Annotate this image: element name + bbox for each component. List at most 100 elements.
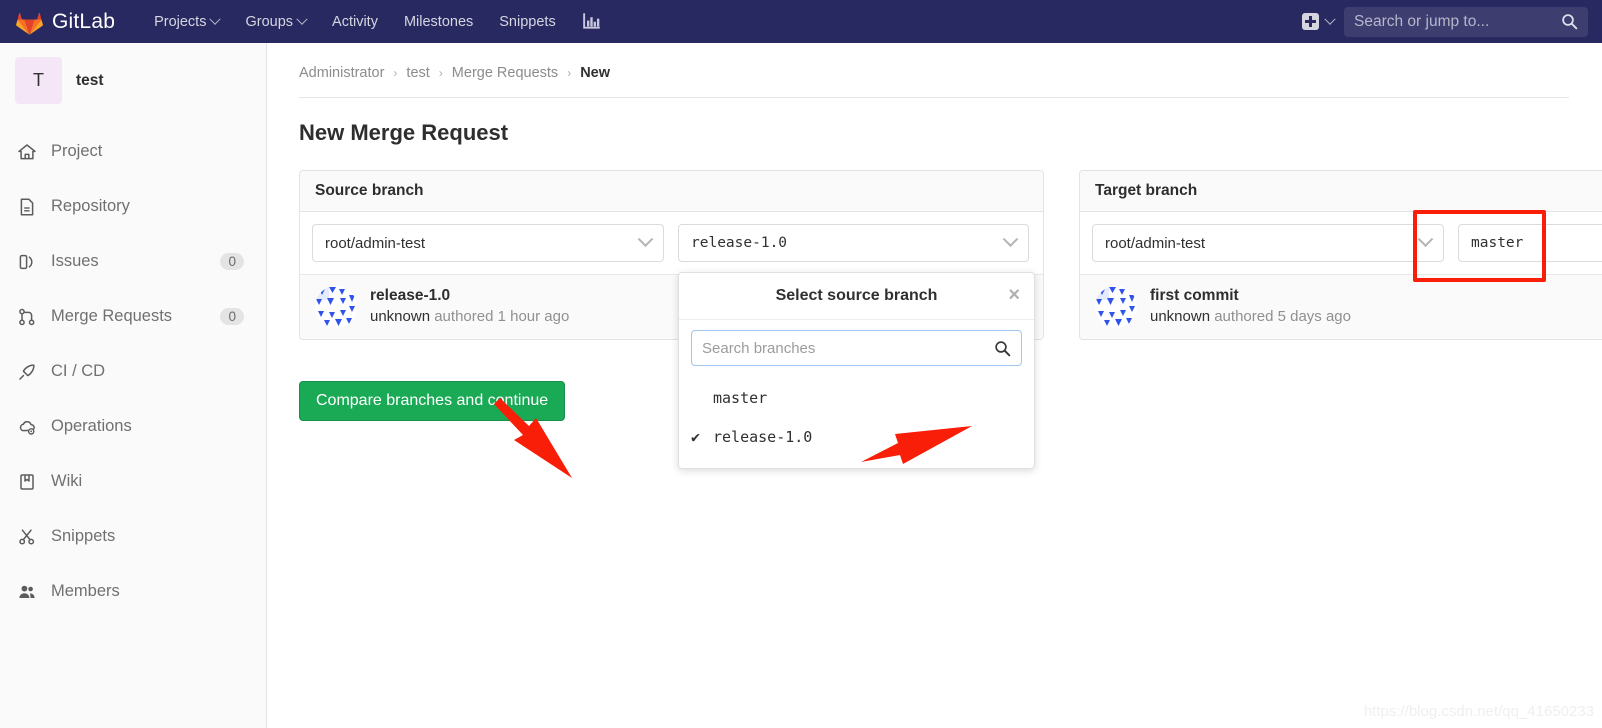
target-project-select[interactable]: root/admin-test [1092,224,1444,262]
check-icon: ✔ [691,427,701,446]
search-icon [995,340,1011,356]
target-commit-author: unknown [1150,308,1211,326]
breadcrumb-item-merge-requests[interactable]: Merge Requests [452,65,558,81]
breadcrumb-separator: › [567,66,572,80]
breadcrumb-separator: › [438,66,443,80]
analytics-chart-icon-glyph [582,13,600,29]
sidebar-project-header[interactable]: T test [0,43,266,118]
sidebar-menu: Project Repository Issues 0 Merge Reques… [0,124,266,619]
target-branch-select[interactable]: master [1458,224,1602,262]
source-branch-select-value: release-1.0 [691,235,788,251]
branch-option-master[interactable]: master [679,378,1034,417]
merge-request-icon [16,306,38,328]
gitlab-tanuki-logo [16,12,43,35]
sidebar-item-members[interactable]: Members [0,564,266,619]
search-icon [1562,14,1578,30]
chevron-down-icon [1417,230,1434,247]
target-branch-card: Target branch root/admin-test master fir… [1079,170,1602,340]
source-project-select[interactable]: root/admin-test [312,224,664,262]
select-source-branch-dropdown: Select source branch × Search branches m… [678,272,1035,469]
issues-icon [16,251,38,273]
nav-item-groups-label: Groups [245,13,294,30]
breadcrumb-item-administrator[interactable]: Administrator [299,65,384,81]
branch-search-input[interactable]: Search branches [691,330,1022,366]
nav-item-projects-label: Projects [154,13,207,30]
dropdown-title: Select source branch [775,287,938,304]
breadcrumb-item-test[interactable]: test [406,65,429,81]
nav-item-projects[interactable]: Projects [141,0,232,43]
sidebar-item-project-label: Project [51,142,103,160]
compare-branches-and-continue-button[interactable]: Compare branches and continue [299,381,566,421]
identicon-avatar [315,286,357,328]
sidebar-item-repository[interactable]: Repository [0,179,266,234]
nav-item-activity-label: Activity [332,13,378,30]
nav-item-activity[interactable]: Activity [319,0,391,43]
target-commit-time: authored 5 days ago [1214,308,1351,326]
project-avatar: T [15,57,62,104]
home-icon [16,141,38,163]
top-navbar: GitLab Projects Groups Activity Mileston… [0,0,1602,43]
watermark: https://blog.csdn.net/qq_41650233 [1363,703,1594,720]
target-commit-row: first commit unknown authored 5 days ago [1080,274,1602,339]
sidebar-item-project[interactable]: Project [0,124,266,179]
nav-item-snippets[interactable]: Snippets [486,0,568,43]
gitlab-brand[interactable]: GitLab [16,9,115,35]
breadcrumb-item-new: New [580,65,611,81]
navbar-right-actions: Search or jump to... [1296,6,1588,37]
global-search-input[interactable]: Search or jump to... [1344,6,1588,37]
target-branch-select-value: master [1471,235,1524,251]
sidebar-item-issues-label: Issues [51,252,99,270]
sidebar-item-members-label: Members [51,582,120,600]
source-commit-time: authored 1 hour ago [434,308,570,326]
analytics-chart-icon[interactable] [569,12,614,31]
plus-square-icon [1302,13,1319,30]
branch-search-placeholder: Search branches [702,339,816,357]
brand-name: GitLab [52,9,116,33]
page-title: New Merge Request [299,120,509,145]
sidebar-item-merge-requests[interactable]: Merge Requests 0 [0,289,266,344]
source-commit-meta: unknown authored 1 hour ago [370,307,569,327]
source-branch-select[interactable]: release-1.0 [678,224,1029,262]
global-search-placeholder: Search or jump to... [1354,12,1490,30]
sidebar-item-snippets[interactable]: Snippets [0,509,266,564]
nav-item-milestones[interactable]: Milestones [391,0,486,43]
source-commit-info: release-1.0 unknown authored 1 hour ago [370,286,569,327]
target-commit-title: first commit [1150,287,1239,305]
nav-item-snippets-label: Snippets [499,13,556,30]
breadcrumb: Administrator › test › Merge Requests › … [267,43,1602,81]
breadcrumb-separator: › [393,66,398,80]
sidebar-item-operations[interactable]: Operations [0,399,266,454]
project-name: test [76,71,104,89]
branch-option-release-1-0-label: release-1.0 [713,427,813,446]
chevron-down-icon [1002,230,1019,247]
sidebar-item-repository-label: Repository [51,197,130,215]
target-project-select-value: root/admin-test [1105,234,1206,252]
target-branch-card-header: Target branch [1080,171,1602,212]
gitlab-new-merge-request-page: GitLab Projects Groups Activity Mileston… [0,0,1602,728]
chevron-down-icon [1324,13,1336,25]
new-item-button[interactable] [1296,9,1340,34]
sidebar-item-merge-requests-badge: 0 [220,308,244,325]
sidebar-item-snippets-label: Snippets [51,527,116,545]
source-commit-title: release-1.0 [370,287,451,305]
branch-option-release-1-0[interactable]: ✔ release-1.0 [679,417,1034,456]
close-icon[interactable]: × [1008,285,1020,305]
chevron-down-icon [296,13,308,25]
identicon-avatar [1095,286,1137,328]
sidebar-item-wiki-label: Wiki [51,472,83,490]
nav-item-milestones-label: Milestones [403,13,474,30]
target-commit-meta: unknown authored 5 days ago [1150,307,1351,327]
source-commit-author: unknown [370,308,431,326]
target-branch-selectors: root/admin-test master [1080,212,1602,274]
breadcrumb-divider [299,97,1569,98]
project-sidebar: T test Project Repository Issues 0 Merge… [0,43,267,728]
source-branch-selectors: root/admin-test release-1.0 [300,212,1043,274]
sidebar-item-ci-cd[interactable]: CI / CD [0,344,266,399]
sidebar-item-wiki[interactable]: Wiki [0,454,266,509]
target-commit-info: first commit unknown authored 5 days ago [1150,286,1351,327]
nav-item-groups[interactable]: Groups [232,0,319,43]
sidebar-item-operations-label: Operations [51,417,132,435]
branch-option-list: master ✔ release-1.0 [679,372,1034,468]
sidebar-item-issues[interactable]: Issues 0 [0,234,266,289]
operations-cloud-gear-icon [16,416,38,438]
